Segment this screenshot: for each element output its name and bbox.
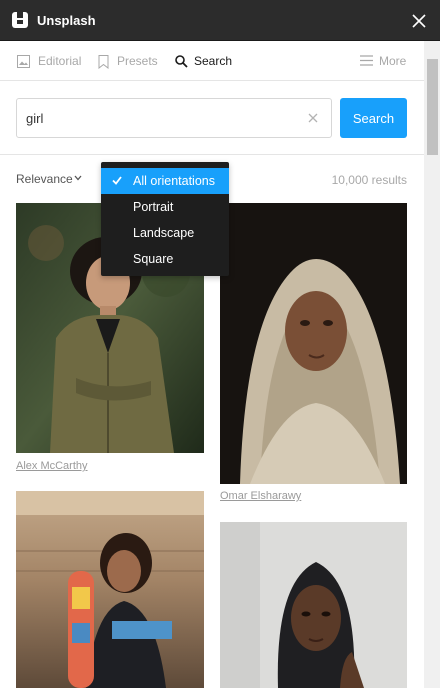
check-icon [112,176,122,185]
orientation-option-landscape[interactable]: Landscape [101,220,229,246]
orientation-menu: All orientations Portrait Landscape Squa… [101,162,229,276]
photo-credit[interactable]: Alex McCarthy [16,459,88,473]
tab-presets-label: Presets [117,54,158,68]
photo-credit[interactable]: Omar Elsharawy [220,489,301,503]
tab-search[interactable]: Search [175,52,235,70]
photo-image [16,491,204,688]
search-box [16,98,332,138]
close-icon[interactable] [408,10,430,32]
app-title: Unsplash [37,13,96,28]
search-button[interactable]: Search [340,98,407,138]
unsplash-logo-icon [12,12,28,28]
scrollbar[interactable] [424,41,440,688]
tab-editorial[interactable]: Editorial [17,52,87,70]
clear-icon[interactable] [305,110,321,126]
tab-search-label: Search [194,54,233,68]
results-count: 10,000 results [331,173,407,187]
bookmark-icon [98,55,109,69]
photo-card[interactable] [16,491,204,688]
image-icon [17,55,30,68]
tab-presets[interactable]: Presets [98,52,160,70]
divider [0,154,424,155]
orientation-option-portrait[interactable]: Portrait [101,194,229,220]
tab-editorial-label: Editorial [38,54,82,68]
orientation-option-square[interactable]: Square [101,246,229,272]
scrollbar-thumb[interactable] [427,59,438,155]
sort-dropdown[interactable]: Relevance [16,171,82,187]
orientation-option-all[interactable]: All orientations [101,168,229,194]
photo-image [220,203,407,484]
photo-card[interactable] [220,203,407,484]
menu-icon [360,55,373,66]
title-bar: Unsplash [0,0,440,41]
search-input[interactable] [26,99,296,137]
chevron-down-icon [74,175,82,181]
photo-image [220,522,407,688]
photo-card[interactable] [220,522,407,688]
tab-more[interactable]: More [360,52,410,70]
tab-more-label: More [379,54,407,68]
search-icon [175,55,188,68]
sort-label: Relevance [16,172,73,186]
orientation-option-label: All orientations [133,174,215,188]
nav-tabs: Editorial Presets Search More [0,41,424,81]
